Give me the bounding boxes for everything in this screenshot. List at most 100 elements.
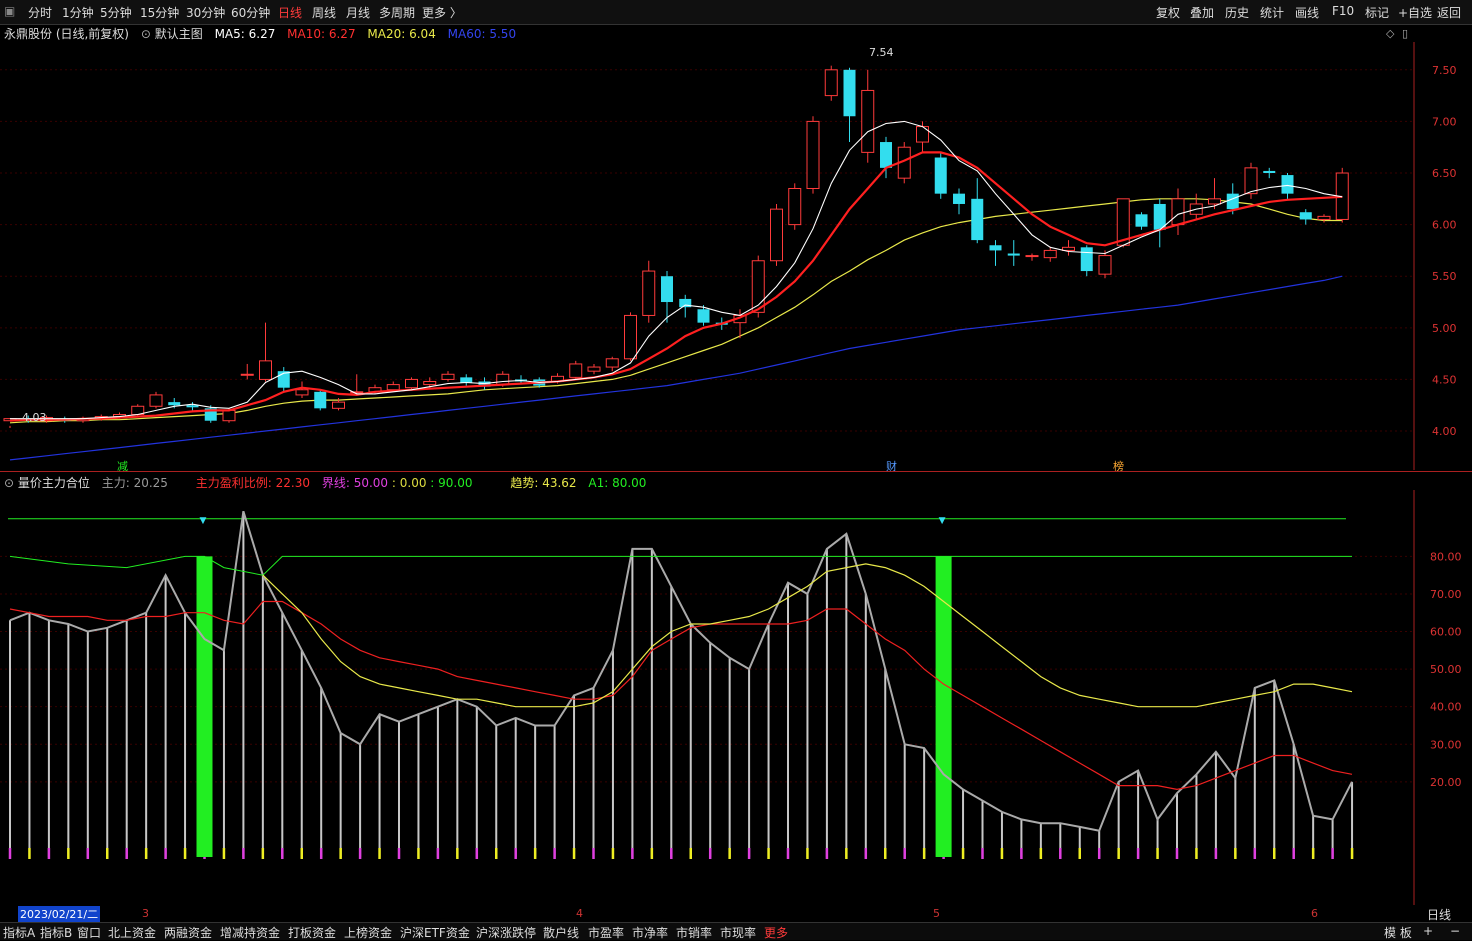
candle-body	[1263, 170, 1276, 174]
history-button[interactable]: 历史	[1225, 4, 1249, 21]
candle-body	[788, 187, 802, 226]
tab-multi-period[interactable]: 多周期	[379, 4, 415, 21]
tab-fenshi[interactable]: 分时	[28, 4, 52, 21]
tab-retail-line[interactable]: 散户线	[543, 924, 579, 941]
ma60-line	[9, 275, 1343, 461]
collapse-icon[interactable]: ▯	[1402, 27, 1408, 40]
indicator-tick: 70.00	[1430, 588, 1462, 601]
fuquan-button[interactable]: 复权	[1156, 4, 1180, 21]
template-select[interactable]: ⊙ 默认主图	[141, 27, 203, 41]
trend-value: 趋势: 43.62	[510, 476, 577, 490]
low-label: 4.03	[22, 411, 47, 424]
tab-1min[interactable]: 1分钟	[62, 4, 94, 21]
tab-more[interactable]: 更多 〉	[422, 4, 462, 21]
candles	[3, 65, 1349, 428]
panel-divider	[0, 471, 1472, 472]
tab-pe[interactable]: 市盈率	[588, 924, 624, 941]
candle-body	[1007, 253, 1020, 256]
ma5-line	[10, 120, 1343, 420]
tab-daily[interactable]: 日线	[278, 4, 302, 21]
tab-pcf[interactable]: 市现率	[720, 924, 756, 941]
candlestick-chart[interactable]: 7.50 7.00 6.50 6.00 5.50 5.00 4.50 4.00 7.54 4.…	[0, 42, 1472, 470]
add-button[interactable]: +	[1423, 924, 1433, 938]
tab-toplist[interactable]: 上榜资金	[344, 924, 392, 941]
month-tick: 4	[576, 907, 583, 920]
candle-body	[1135, 214, 1148, 227]
candle-body	[1043, 249, 1057, 259]
mark-button[interactable]: 标记	[1365, 4, 1389, 21]
indicator-axis: 80.00 70.00 60.00 50.00 40.00 30.00 20.00	[1430, 550, 1462, 788]
a1-value: A1: 80.00	[588, 476, 647, 490]
tab-ps[interactable]: 市销率	[676, 924, 712, 941]
tab-northbound[interactable]: 北上资金	[108, 924, 156, 941]
candle-body	[332, 401, 345, 409]
candle-body	[642, 270, 656, 316]
zhuli-value: 主力: 20.25	[101, 476, 168, 490]
ma60-path	[9, 275, 1343, 461]
profit-ratio-value: 主力盈利比例: 22.30	[195, 476, 310, 490]
back-button[interactable]: 返回	[1437, 4, 1461, 21]
template-button[interactable]: 模 板	[1384, 924, 1412, 941]
candle-body	[569, 363, 583, 378]
price-tick: 5.50	[1432, 270, 1457, 283]
tab-more[interactable]: 更多	[764, 924, 788, 941]
diamond-icon[interactable]: ◇	[1386, 27, 1394, 40]
remove-button[interactable]: −	[1450, 924, 1460, 938]
tab-limit-updown[interactable]: 沪深涨跌停	[476, 924, 536, 941]
candle-body	[1025, 255, 1039, 258]
tab-15min[interactable]: 15分钟	[140, 4, 179, 21]
candle-body	[423, 380, 437, 386]
signal-bar	[196, 556, 213, 857]
ma5-value: MA5: 6.27	[214, 27, 276, 41]
period-label[interactable]: 日线	[1427, 906, 1451, 923]
tab-indicator-a[interactable]: 指标A	[3, 924, 35, 941]
price-tick: 6.00	[1432, 219, 1457, 232]
ma10-path	[9, 151, 1343, 422]
overlay-button[interactable]: 叠加	[1190, 4, 1214, 21]
tab-5min[interactable]: 5分钟	[100, 4, 132, 21]
tab-holdings-change[interactable]: 增减持资金	[220, 924, 280, 941]
candle-body	[1317, 215, 1331, 220]
main-legend: 永鼎股份 (日线,前复权) ⊙ 默认主图 MA5: 6.27 MA10: 6.2…	[4, 25, 524, 41]
month-tick: 5	[933, 907, 940, 920]
draw-button[interactable]: 画线	[1295, 4, 1319, 21]
ma5-path	[10, 120, 1343, 420]
f10-button[interactable]: F10	[1332, 4, 1354, 18]
tab-60min[interactable]: 60分钟	[231, 4, 270, 21]
tab-window[interactable]: 窗口	[77, 924, 101, 941]
indicator-bars: ▼ ▼	[8, 511, 1354, 859]
tab-pb[interactable]: 市净率	[632, 924, 668, 941]
menu-icon[interactable]: ▣	[4, 4, 15, 18]
tab-30min[interactable]: 30分钟	[186, 4, 225, 21]
indicator-chart[interactable]: ▼ ▼ 80.0070.0060.0050.0040.0030.0020.00	[0, 490, 1472, 905]
candle-body	[1171, 198, 1185, 226]
candle-body	[587, 366, 601, 372]
add-watchlist-button[interactable]: +自选	[1398, 4, 1432, 21]
tab-limit-board[interactable]: 打板资金	[288, 924, 336, 941]
tab-indicator-b[interactable]: 指标B	[40, 924, 72, 941]
indicator-name[interactable]: 量价主力合位	[18, 476, 90, 490]
candle-body	[843, 69, 856, 117]
candle-body	[186, 405, 199, 408]
tab-etf[interactable]: 沪深ETF资金	[400, 924, 470, 941]
candle-body	[1226, 193, 1239, 210]
ma10-value: MA10: 6.27	[287, 27, 356, 41]
indicator-tick: 30.00	[1430, 738, 1462, 751]
tab-weekly[interactable]: 周线	[312, 4, 336, 21]
price-tick: 7.50	[1432, 64, 1457, 77]
ma20-value: MA20: 6.04	[367, 27, 436, 41]
price-tick: 7.00	[1432, 115, 1457, 128]
month-tick: 6	[1311, 907, 1318, 920]
candle-body	[222, 409, 236, 422]
chevron-down-icon[interactable]: ⊙	[4, 476, 14, 490]
indicator-tick: 60.00	[1430, 626, 1462, 639]
candle-body	[1281, 175, 1294, 194]
candle-body	[496, 373, 510, 386]
stats-button[interactable]: 统计	[1260, 4, 1284, 21]
candle-body	[953, 193, 965, 204]
indicator-tick: 20.00	[1430, 776, 1462, 789]
tab-monthly[interactable]: 月线	[346, 4, 370, 21]
candle-body	[934, 157, 947, 194]
tab-margin[interactable]: 两融资金	[164, 924, 212, 941]
chevron-down-icon: ⊙	[140, 27, 151, 41]
